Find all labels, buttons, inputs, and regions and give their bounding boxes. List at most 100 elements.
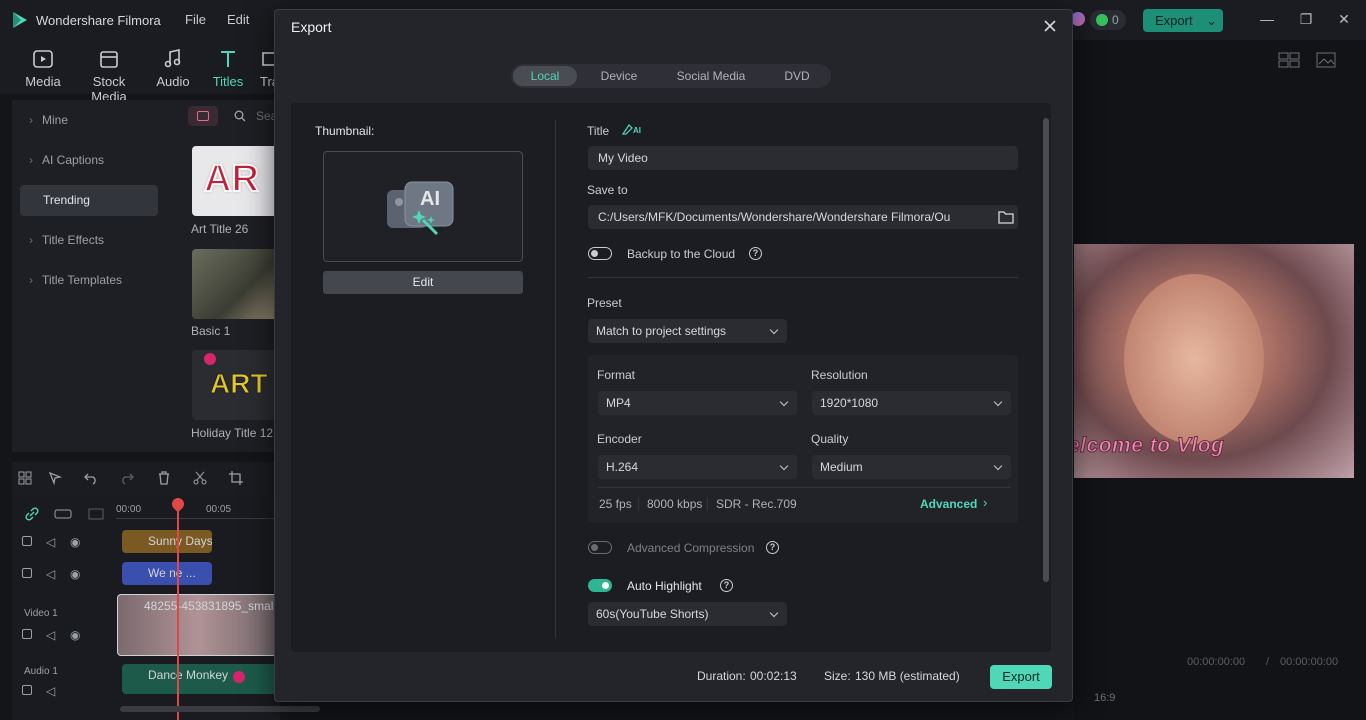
export-button[interactable]: Export: [990, 665, 1052, 689]
redo-icon[interactable]: [120, 471, 134, 485]
folder-icon[interactable]: [998, 210, 1014, 224]
aspect-ratio-select[interactable]: 16:9: [1094, 692, 1115, 704]
restore-icon[interactable]: ❐: [1299, 12, 1313, 26]
close-icon[interactable]: [1041, 17, 1059, 35]
close-window-icon[interactable]: ✕: [1337, 12, 1351, 26]
bitrate-value: 8000 kbps: [647, 497, 703, 511]
lock-icon[interactable]: [22, 685, 32, 695]
nav-item-trending[interactable]: Trending: [20, 185, 158, 216]
playhead-handle[interactable]: [169, 495, 187, 513]
duration-label: Duration:: [697, 669, 746, 683]
nav-item-title-effects[interactable]: Title Effects: [20, 225, 158, 256]
eye-icon[interactable]: ◉: [70, 567, 80, 581]
menu-edit[interactable]: Edit: [227, 12, 249, 27]
top-export-button[interactable]: Export ⌄: [1143, 9, 1223, 32]
premium-gem-icon: [204, 353, 216, 365]
media-toolbar: Media Stock Media Audio Titles Tra: [0, 40, 280, 104]
media-icon: [33, 50, 53, 68]
titles-icon: [221, 51, 235, 67]
undo-icon[interactable]: [84, 471, 98, 485]
speaker-icon[interactable]: ◁: [46, 535, 55, 549]
encoder-label: Encoder: [597, 432, 642, 446]
layout-icon[interactable]: [18, 471, 32, 485]
credits-badge[interactable]: 0: [1090, 10, 1126, 30]
asset-label: Art Title 26: [191, 222, 249, 236]
asset-thumb-art-title-26[interactable]: AR: [192, 146, 280, 216]
export-tabs: Local Device Social Media DVD: [511, 64, 831, 88]
save-path-input[interactable]: C:/Users/MFK/Documents/Wondershare/Wonde…: [588, 205, 1018, 229]
chevron-right-icon[interactable]: ›: [983, 495, 987, 510]
filmora-logo-icon: [13, 12, 27, 28]
asset-thumb-holiday-title-12[interactable]: ART: [192, 350, 280, 420]
lock-icon[interactable]: [22, 629, 32, 639]
tab-social-media[interactable]: Social Media: [661, 66, 761, 86]
speaker-icon[interactable]: ◁: [46, 684, 55, 698]
tool-stock-media[interactable]: Stock Media: [76, 48, 142, 104]
eye-icon[interactable]: ◉: [70, 535, 80, 549]
thumbnail-preview[interactable]: AI: [323, 151, 523, 262]
quality-select[interactable]: Medium: [812, 455, 1011, 479]
edit-thumbnail-button[interactable]: Edit: [323, 271, 523, 294]
encoder-select[interactable]: H.264: [598, 455, 797, 479]
grid-view-icon[interactable]: [1278, 52, 1300, 68]
advanced-compression-toggle[interactable]: [588, 541, 612, 554]
snap-icon[interactable]: [88, 507, 104, 521]
crop-icon[interactable]: [229, 471, 243, 485]
tab-dvd[interactable]: DVD: [767, 66, 827, 86]
backup-cloud-toggle[interactable]: [588, 247, 612, 260]
advanced-link[interactable]: Advanced: [920, 497, 977, 511]
tool-media[interactable]: Media: [11, 48, 75, 89]
delete-icon[interactable]: [157, 471, 171, 485]
asset-thumb-basic-1[interactable]: [192, 249, 280, 319]
settings-scrollbar[interactable]: [1043, 118, 1049, 582]
track-link-icon[interactable]: [54, 507, 72, 521]
clip-video[interactable]: 48255-453831895_small: [117, 594, 280, 656]
format-label: Format: [597, 368, 636, 382]
track-header: ◁ ◉: [22, 567, 82, 582]
lock-icon[interactable]: [22, 568, 32, 578]
track-header: ◁: [22, 684, 62, 699]
app-name: Wondershare Filmora: [36, 13, 161, 28]
image-icon[interactable]: [1316, 52, 1336, 68]
link-icon[interactable]: [24, 507, 40, 521]
stock-media-icon: [100, 51, 118, 68]
speaker-icon[interactable]: ◁: [46, 628, 55, 642]
help-icon[interactable]: ?: [749, 247, 762, 260]
eye-icon[interactable]: ◉: [70, 628, 80, 642]
clip-sunny-days[interactable]: Sunny Days: [122, 530, 212, 553]
tab-local[interactable]: Local: [513, 66, 577, 86]
auto-highlight-toggle[interactable]: [588, 579, 612, 592]
tab-device[interactable]: Device: [583, 66, 655, 86]
playhead[interactable]: [177, 498, 179, 720]
timeline-toolbar: [12, 462, 280, 496]
video-overlay-text: elcome to Vlog: [1074, 434, 1225, 458]
avatar[interactable]: [1071, 12, 1085, 26]
format-select[interactable]: MP4: [598, 391, 797, 415]
video-frame[interactable]: elcome to Vlog: [1074, 244, 1354, 478]
filter-icon[interactable]: [188, 106, 218, 126]
highlight-duration-select[interactable]: 60s(YouTube Shorts): [588, 602, 787, 626]
resolution-select[interactable]: 1920*1080: [812, 391, 1011, 415]
audio-icon: [164, 49, 181, 68]
nav-item-title-templates[interactable]: Title Templates: [20, 265, 158, 296]
timeline-scrollbar[interactable]: [120, 706, 320, 712]
menu-file[interactable]: File: [185, 12, 206, 27]
select-tool-icon[interactable]: [48, 471, 62, 485]
clip-welcome[interactable]: We ne ...: [122, 562, 212, 585]
lock-icon[interactable]: [22, 536, 32, 546]
current-timecode: 00:00:00:00: [1187, 656, 1246, 668]
divider: [555, 120, 556, 638]
preset-select[interactable]: Match to project settings: [588, 319, 787, 343]
help-icon[interactable]: ?: [766, 541, 779, 554]
ruler-mark: 00:05: [206, 504, 232, 515]
help-icon[interactable]: ?: [720, 579, 733, 592]
clip-dance-monkey[interactable]: Dance Monkey: [122, 664, 280, 694]
search-icon: [234, 110, 246, 122]
minimize-icon[interactable]: —: [1260, 12, 1274, 26]
scissors-icon[interactable]: [193, 471, 207, 485]
nav-item-mine[interactable]: Mine: [20, 105, 158, 136]
nav-item-ai-captions[interactable]: AI Captions: [20, 145, 158, 176]
title-input[interactable]: My Video: [588, 146, 1018, 170]
title-category-nav: Mine AI Captions Trending Title Effects …: [12, 100, 182, 452]
speaker-icon[interactable]: ◁: [46, 567, 55, 581]
